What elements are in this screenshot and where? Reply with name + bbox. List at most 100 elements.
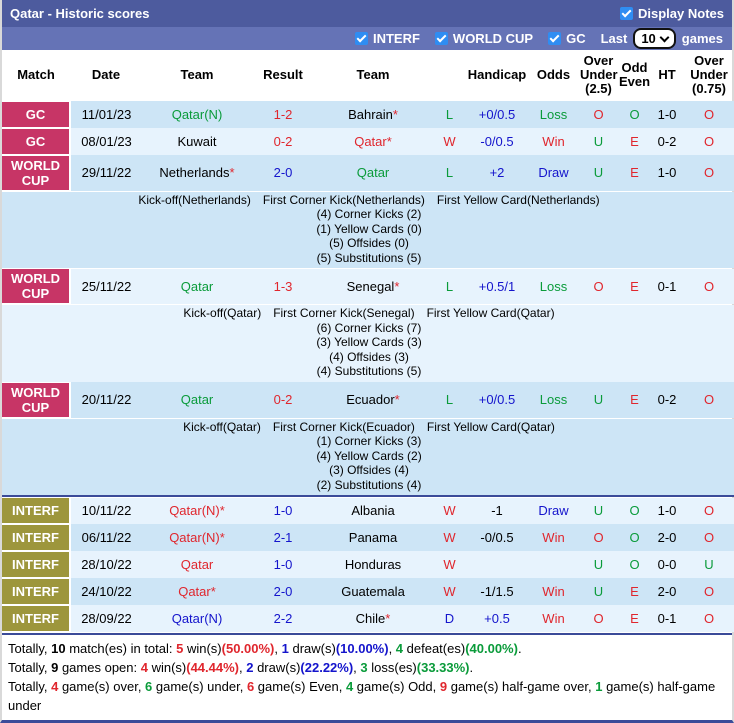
ht-cell: 1-0 bbox=[652, 155, 682, 191]
notes-cell: Kick-off(Netherlands)First Corner Kick(N… bbox=[2, 191, 734, 269]
note-line: (4) Offsides (3) bbox=[2, 350, 734, 365]
away-team-cell: Bahrain* bbox=[314, 101, 432, 128]
summary-segment: draw(s) bbox=[289, 641, 336, 656]
wl-cell: L bbox=[432, 155, 467, 191]
note-line: (3) Yellow Cards (3) bbox=[2, 335, 734, 350]
summary-segment: 6 bbox=[247, 679, 254, 694]
result-cell: 1-0 bbox=[252, 551, 314, 578]
star-marker: * bbox=[220, 530, 225, 545]
summary-segment: . bbox=[518, 641, 522, 656]
team-name: Guatemala bbox=[341, 584, 405, 599]
team-name: Honduras bbox=[345, 557, 401, 572]
note-line: (5) Offsides (0) bbox=[2, 236, 734, 251]
last-games-select[interactable]: 10 bbox=[633, 28, 675, 49]
summary-segment: win(s) bbox=[183, 641, 221, 656]
summary-segment: (22.22%) bbox=[300, 660, 353, 675]
display-notes-checkbox-icon[interactable] bbox=[620, 7, 633, 20]
ht-cell: 0-1 bbox=[652, 269, 682, 305]
home-team-cell: Qatar bbox=[142, 551, 252, 578]
date-cell: 10/11/22 bbox=[70, 498, 142, 525]
header-ht: HT bbox=[652, 50, 682, 101]
date-cell: 28/09/22 bbox=[70, 605, 142, 632]
star-marker: * bbox=[394, 279, 399, 294]
summary-segment: game(s) over, bbox=[58, 679, 145, 694]
over-under-075-cell: O bbox=[682, 101, 734, 128]
ht-cell: 0-2 bbox=[652, 382, 682, 418]
table-row: INTERF24/10/22Qatar*2-0GuatemalaW-1/1.5W… bbox=[2, 578, 734, 605]
note-line: (1) Yellow Cards (0) bbox=[2, 222, 734, 237]
note-line: (4) Substitutions (5) bbox=[2, 364, 734, 379]
result-cell: 2-0 bbox=[252, 578, 314, 605]
wl-cell: W bbox=[432, 524, 467, 551]
team-name: Panama bbox=[349, 530, 397, 545]
gc-checkbox-icon[interactable] bbox=[548, 32, 561, 45]
filter-world-cup-label: WORLD CUP bbox=[453, 31, 533, 46]
home-team-cell: Qatar* bbox=[142, 578, 252, 605]
filter-world-cup[interactable]: WORLD CUP bbox=[435, 31, 533, 46]
note-line: (3) Offsides (4) bbox=[2, 463, 734, 478]
filter-interf[interactable]: INTERF bbox=[355, 31, 420, 46]
table-row: INTERF10/11/22Qatar(N)*1-0AlbaniaW-1Draw… bbox=[2, 498, 734, 525]
summary-segment: game(s) Odd, bbox=[353, 679, 440, 694]
odd-even-cell: E bbox=[617, 155, 652, 191]
summary-segment: 2 bbox=[246, 660, 253, 675]
ht-cell: 0-1 bbox=[652, 605, 682, 632]
ht-cell: 1-0 bbox=[652, 498, 682, 525]
table-row: GC08/01/23Kuwait0-2Qatar*W-0/0.5WinUE0-2… bbox=[2, 128, 734, 155]
interf-checkbox-icon[interactable] bbox=[355, 32, 368, 45]
away-team-cell: Albania bbox=[314, 498, 432, 525]
notes-cell: Kick-off(Qatar)First Corner Kick(Senegal… bbox=[2, 304, 734, 382]
team-name: Qatar bbox=[181, 392, 214, 407]
star-marker: * bbox=[230, 165, 235, 180]
away-team-cell: Panama bbox=[314, 524, 432, 551]
odds-cell bbox=[527, 551, 580, 578]
header-over-under-25: Over Under (2.5) bbox=[580, 50, 617, 101]
table-row: WORLD CUP25/11/22Qatar1-3Senegal*L+0.5/1… bbox=[2, 269, 734, 305]
summary-segment: draw(s) bbox=[253, 660, 300, 675]
wl-cell: L bbox=[432, 382, 467, 418]
chevron-down-icon bbox=[659, 32, 669, 42]
notes-header-line: Kick-off(Netherlands)First Corner Kick(N… bbox=[2, 193, 734, 208]
team-name: Netherlands bbox=[159, 165, 229, 180]
summary-segment: , bbox=[274, 641, 281, 656]
handicap-cell: -0/0.5 bbox=[467, 524, 527, 551]
note-line: (1) Corner Kicks (3) bbox=[2, 434, 734, 449]
notes-header-line: Kick-off(Qatar)First Corner Kick(Senegal… bbox=[2, 306, 734, 321]
match-type-badge: WORLD CUP bbox=[2, 155, 70, 191]
wl-cell: W bbox=[432, 578, 467, 605]
over-under-25-cell: O bbox=[580, 269, 617, 305]
away-team-cell: Guatemala bbox=[314, 578, 432, 605]
table-row: WORLD CUP29/11/22Netherlands*2-0QatarL+2… bbox=[2, 155, 734, 191]
notes-header-line: Kick-off(Qatar)First Corner Kick(Ecuador… bbox=[2, 420, 734, 435]
summary-segment: match(es) in total: bbox=[66, 641, 177, 656]
over-under-075-cell: O bbox=[682, 498, 734, 525]
world-cup-checkbox-icon[interactable] bbox=[435, 32, 448, 45]
summary-segment: Totally, bbox=[8, 641, 51, 656]
summary-segment: 4 bbox=[346, 679, 353, 694]
notes-header-item: First Yellow Card(Qatar) bbox=[427, 306, 555, 320]
header-away-team: Team bbox=[314, 50, 432, 101]
summary-segment: 1 bbox=[282, 641, 289, 656]
summary-segment: (40.00%) bbox=[465, 641, 518, 656]
filter-gc[interactable]: GC bbox=[548, 31, 586, 46]
handicap-cell: -0/0.5 bbox=[467, 128, 527, 155]
notes-row: Kick-off(Netherlands)First Corner Kick(N… bbox=[2, 191, 734, 269]
display-notes-toggle[interactable]: Display Notes bbox=[620, 6, 724, 21]
team-name: Qatar bbox=[181, 557, 214, 572]
note-line: (6) Corner Kicks (7) bbox=[2, 321, 734, 336]
summary-segment: 6 bbox=[145, 679, 152, 694]
away-team-cell: Ecuador* bbox=[314, 382, 432, 418]
team-name: Ecuador bbox=[346, 392, 394, 407]
date-cell: 11/01/23 bbox=[70, 101, 142, 128]
over-under-25-cell: U bbox=[580, 551, 617, 578]
summary-segment: 9 bbox=[440, 679, 447, 694]
note-line: (2) Substitutions (4) bbox=[2, 478, 734, 493]
odds-cell: Win bbox=[527, 578, 580, 605]
home-team-cell: Kuwait bbox=[142, 128, 252, 155]
ht-cell: 2-0 bbox=[652, 524, 682, 551]
match-type-badge: INTERF bbox=[2, 524, 70, 551]
header-handicap: Handicap bbox=[467, 50, 527, 101]
summary-segment: , bbox=[389, 641, 396, 656]
away-team-cell: Senegal* bbox=[314, 269, 432, 305]
over-under-075-cell: O bbox=[682, 155, 734, 191]
